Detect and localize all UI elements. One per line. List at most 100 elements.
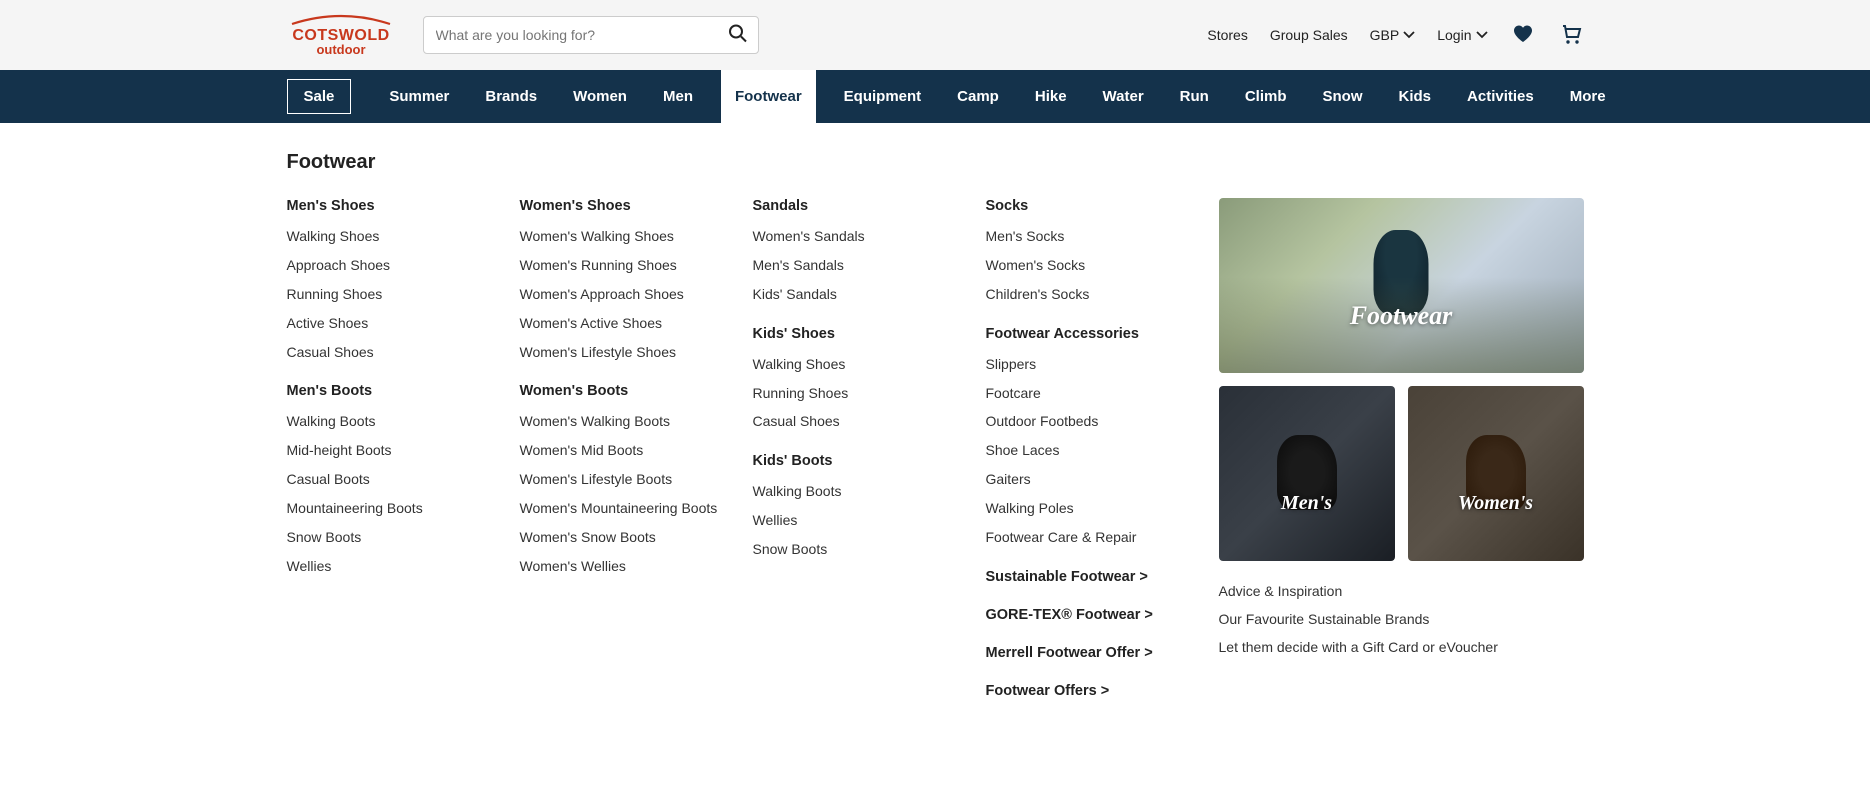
mega-link[interactable]: Women's Running Shoes [520,256,733,275]
mega-title: Footwear [287,151,1584,174]
mega-heading[interactable]: Socks [986,198,1199,214]
mega-column-3: Socks Men's Socks Women's Socks Children's … [986,198,1199,699]
nav-item-equipment[interactable]: Equipment [836,70,930,123]
mega-link[interactable]: Men's Sandals [753,256,966,275]
mega-link[interactable]: Women's Wellies [520,557,733,576]
nav-item-kids[interactable]: Kids [1391,70,1440,123]
login-label: Login [1437,27,1471,43]
nav-item-activities[interactable]: Activities [1459,70,1542,123]
nav-item-men[interactable]: Men [655,70,701,123]
logo-text-sub: outdoor [316,42,365,57]
mega-link[interactable]: Women's Mid Boots [520,441,733,460]
mega-link[interactable]: Women's Lifestyle Shoes [520,343,733,362]
mega-link[interactable]: Women's Active Shoes [520,314,733,333]
mega-column-1: Women's Shoes Women's Walking Shoes Women'… [520,198,733,699]
wishlist-button[interactable] [1510,22,1536,49]
mega-link[interactable]: Footcare [986,384,1199,403]
mega-link[interactable]: Snow Boots [753,540,966,559]
mega-link[interactable]: Women's Lifestyle Boots [520,470,733,489]
banner-mens[interactable]: Men's [1219,386,1395,561]
mega-link[interactable]: Gaiters [986,470,1199,489]
login-dropdown[interactable]: Login [1437,27,1487,43]
mega-link[interactable]: Active Shoes [287,314,500,333]
cart-icon [1560,23,1582,45]
search-box [423,16,759,54]
mega-link[interactable]: Running Shoes [287,285,500,304]
mega-link[interactable]: Approach Shoes [287,256,500,275]
mega-link[interactable]: Women's Snow Boots [520,528,733,547]
nav-item-hike[interactable]: Hike [1027,70,1075,123]
stores-link[interactable]: Stores [1207,27,1247,43]
mega-link[interactable]: Wellies [287,557,500,576]
mega-link[interactable]: Casual Shoes [287,343,500,362]
group-sales-link[interactable]: Group Sales [1270,27,1348,43]
banner-footwear[interactable]: Footwear [1219,198,1584,373]
mega-link[interactable]: Women's Walking Shoes [520,227,733,246]
mega-link[interactable]: Children's Socks [986,285,1199,304]
main-nav: Sale Summer Brands Women Men Footwear Equipme… [0,70,1870,123]
mega-link[interactable]: Snow Boots [287,528,500,547]
mega-link[interactable]: Footwear Care & Repair [986,528,1199,547]
mega-link[interactable]: Walking Shoes [753,355,966,374]
nav-item-women[interactable]: Women [565,70,635,123]
mega-heading[interactable]: Kids' Shoes [753,326,966,342]
search-button[interactable] [728,24,748,47]
mega-link[interactable]: Wellies [753,511,966,530]
search-icon [728,24,748,44]
nav-item-footwear[interactable]: Footwear [721,70,816,123]
banner-womens-label: Women's [1458,492,1533,515]
mega-link[interactable]: Women's Walking Boots [520,412,733,431]
mega-link[interactable]: Women's Mountaineering Boots [520,499,733,518]
chevron-down-icon [1403,31,1415,39]
banner-womens[interactable]: Women's [1408,386,1584,561]
nav-sale[interactable]: Sale [287,79,352,114]
mega-heading[interactable]: Kids' Boots [753,453,966,469]
mega-promo-link[interactable]: Footwear Offers > [986,683,1199,699]
heart-icon [1512,24,1534,44]
mega-link[interactable]: Women's Sandals [753,227,966,246]
mega-link[interactable]: Running Shoes [753,384,966,403]
mega-heading[interactable]: Women's Shoes [520,198,733,214]
mega-heading[interactable]: Men's Shoes [287,198,500,214]
currency-selector[interactable]: GBP [1370,27,1416,43]
mega-link[interactable]: Kids' Sandals [753,285,966,304]
mega-heading[interactable]: Footwear Accessories [986,326,1199,342]
search-input[interactable] [424,17,758,53]
nav-item-summer[interactable]: Summer [381,70,457,123]
mega-link[interactable]: Casual Boots [287,470,500,489]
mega-link[interactable]: Women's Approach Shoes [520,285,733,304]
nav-item-water[interactable]: Water [1095,70,1152,123]
chevron-down-icon [1476,31,1488,39]
banner-mens-label: Men's [1281,492,1332,515]
cart-button[interactable] [1558,21,1584,50]
nav-item-run[interactable]: Run [1172,70,1217,123]
mega-heading[interactable]: Women's Boots [520,383,733,399]
mega-link[interactable]: Shoe Laces [986,441,1199,460]
nav-item-more[interactable]: More [1562,70,1614,123]
mega-link[interactable]: Walking Boots [287,412,500,431]
side-link[interactable]: Advice & Inspiration [1219,583,1584,599]
mega-promo-link[interactable]: Sustainable Footwear > [986,569,1199,585]
mega-heading[interactable]: Men's Boots [287,383,500,399]
mega-link[interactable]: Walking Boots [753,482,966,501]
nav-item-brands[interactable]: Brands [477,70,545,123]
nav-item-climb[interactable]: Climb [1237,70,1295,123]
mega-link[interactable]: Mountaineering Boots [287,499,500,518]
mega-promo-link[interactable]: Merrell Footwear Offer > [986,645,1199,661]
mega-link[interactable]: Women's Socks [986,256,1199,275]
nav-item-snow[interactable]: Snow [1315,70,1371,123]
side-link[interactable]: Let them decide with a Gift Card or eVou… [1219,639,1584,655]
mega-link[interactable]: Mid-height Boots [287,441,500,460]
logo[interactable]: COTSWOLD outdoor [287,12,395,58]
mega-link[interactable]: Slippers [986,355,1199,374]
mega-promo-link[interactable]: GORE-TEX® Footwear > [986,607,1199,623]
banner-footwear-label: Footwear [1350,301,1453,331]
mega-link[interactable]: Walking Shoes [287,227,500,246]
mega-link[interactable]: Outdoor Footbeds [986,412,1199,431]
mega-link[interactable]: Casual Shoes [753,412,966,431]
nav-item-camp[interactable]: Camp [949,70,1007,123]
mega-link[interactable]: Men's Socks [986,227,1199,246]
side-link[interactable]: Our Favourite Sustainable Brands [1219,611,1584,627]
mega-link[interactable]: Walking Poles [986,499,1199,518]
mega-heading[interactable]: Sandals [753,198,966,214]
